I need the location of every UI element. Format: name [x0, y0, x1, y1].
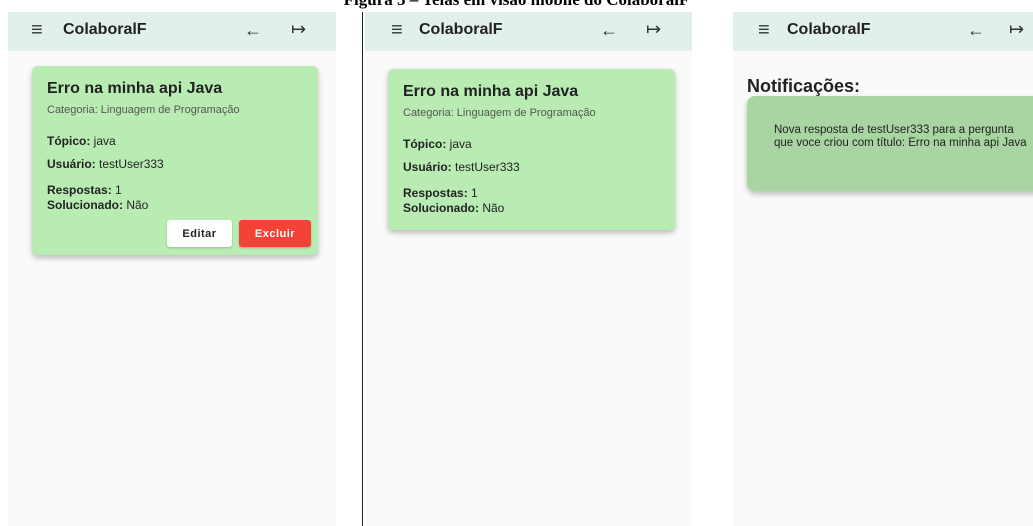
- arrow-left-icon[interactable]: ←: [967, 20, 985, 41]
- arrow-left-icon[interactable]: ←: [244, 20, 262, 41]
- notifications-heading: Notificações:: [747, 76, 861, 96]
- screen-question-view: ≡ ColaboralF ← ↦ Erro na minha api Java …: [365, 12, 692, 526]
- logout-icon[interactable]: ↦: [646, 19, 661, 40]
- app-title: ColaboralF: [419, 21, 503, 38]
- question-title: Erro na minha api Java: [403, 83, 579, 100]
- screen-notifications: ≡ ColaboralF ← ↦ Notificações: Nova resp…: [733, 12, 1033, 526]
- figure-caption: Figura 5 – Telas em visão mobile do Cola…: [0, 0, 1033, 10]
- notification-card[interactable]: Nova resposta de testUser333 para a perg…: [747, 96, 1033, 191]
- question-answers: Respostas: 1: [403, 186, 478, 200]
- question-card[interactable]: Erro na minha api Java Categoria: Lingua…: [32, 66, 318, 255]
- menu-icon[interactable]: ≡: [391, 20, 403, 40]
- logout-icon[interactable]: ↦: [1009, 19, 1024, 40]
- question-solved: Solucionado: Não: [403, 201, 505, 215]
- arrow-left-icon[interactable]: ←: [600, 20, 618, 41]
- screen-divider: [362, 12, 363, 526]
- edit-button[interactable]: Editar: [167, 220, 232, 247]
- app-bar: ≡ ColaboralF ← ↦: [365, 12, 692, 51]
- app-title: ColaboralF: [63, 21, 147, 38]
- question-card[interactable]: Erro na minha api Java Categoria: Lingua…: [388, 69, 675, 230]
- question-category: Categoria: Linguagem de Programação: [403, 107, 596, 119]
- logout-icon[interactable]: ↦: [291, 19, 306, 40]
- question-solved: Solucionado: Não: [47, 198, 149, 212]
- question-user: Usuário: testUser333: [47, 157, 164, 171]
- delete-button[interactable]: Excluir: [239, 220, 311, 247]
- app-title: ColaboralF: [787, 21, 871, 38]
- question-answers: Respostas: 1: [47, 183, 122, 197]
- question-topic: Tópico: java: [47, 134, 116, 148]
- app-bar: ≡ ColaboralF ← ↦: [8, 12, 336, 51]
- question-title: Erro na minha api Java: [47, 80, 223, 97]
- app-bar: ≡ ColaboralF ← ↦: [733, 12, 1033, 51]
- notification-text: Nova resposta de testUser333 para a perg…: [774, 124, 1027, 149]
- question-user: Usuário: testUser333: [403, 160, 520, 174]
- menu-icon[interactable]: ≡: [31, 20, 43, 40]
- question-topic: Tópico: java: [403, 137, 472, 151]
- screen-question-owner: ≡ ColaboralF ← ↦ Erro na minha api Java …: [8, 12, 336, 526]
- question-category: Categoria: Linguagem de Programação: [47, 104, 240, 116]
- menu-icon[interactable]: ≡: [758, 20, 770, 40]
